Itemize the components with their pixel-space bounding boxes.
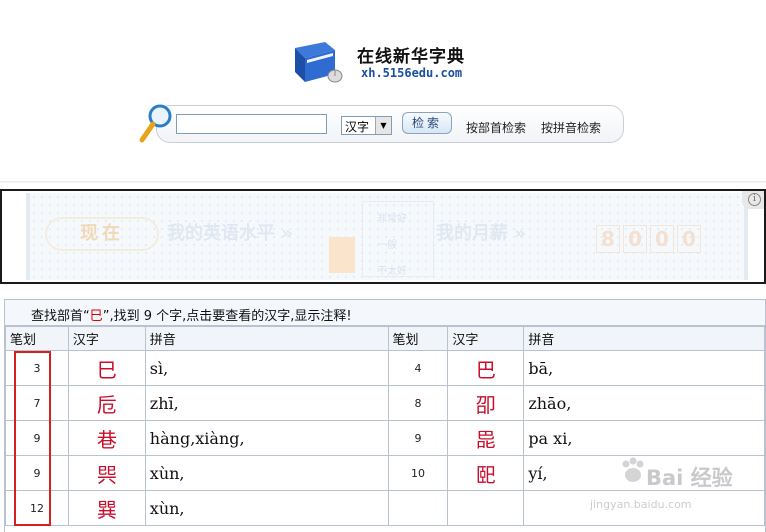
search-input[interactable] [176,114,327,134]
character-link [447,490,525,526]
column-header-character: 汉字 [447,326,525,351]
ad-option-label: 一般 [377,240,397,251]
pinyin: pa xi, [523,420,765,456]
ad-option-label: 非常好 [377,214,407,225]
ad-banner[interactable]: 现在 我的英语水平 » 非常好 一般 不太好 我的月薪 » 8 0 0 0 i [0,189,766,284]
character-link[interactable]: 巽 [67,490,146,526]
site-url: xh.5156edu.com [361,66,463,80]
header-divider [0,181,766,183]
watermark-url: jingyan.baidu.com [590,498,692,511]
baidu-jingyan-watermark: Bai 经验 jingyan.baidu.com [588,452,764,516]
search-button[interactable]: 检索 [402,112,452,134]
ad-digit: 0 [677,225,701,253]
search-by-radical-link[interactable]: 按部首检索 [466,119,526,136]
stroke-count: 9 [387,420,449,456]
character-link[interactable]: 巷 [67,420,146,456]
chevron-down-icon[interactable]: ▼ [375,117,391,134]
pinyin: zhāo, [523,385,765,421]
ad-option-box: 非常好 一般 不太好 [362,201,434,277]
ad-digit: 0 [623,225,647,253]
pinyin: xùn, [144,490,389,526]
site-title: 在线新华字典 [357,47,465,67]
table-row: 9 巷 hàng,xiàng, 9 巼 pa xi, [5,420,765,456]
character-link[interactable]: 巸 [447,455,525,491]
stroke-column-highlight [14,351,51,526]
ad-digit: 8 [596,225,620,253]
table-row: 3 巳 sì, 4 巴 bā, [5,350,765,386]
character-link[interactable]: 巺 [67,455,146,491]
ad-digit: 0 [650,225,674,253]
column-header-pinyin: 拼音 [144,326,389,351]
stroke-count: 10 [387,455,449,491]
ad-option-label: 不太好 [377,266,407,277]
paw-icon [622,457,644,482]
search-by-pinyin-link[interactable]: 按拼音检索 [541,119,601,136]
pinyin: zhī, [144,385,389,421]
stroke-count: 8 [387,385,449,421]
character-link[interactable]: 巳 [67,350,146,386]
column-header-pinyin: 拼音 [523,326,765,351]
character-link[interactable]: 巴 [447,350,525,386]
character-link[interactable]: 卲 [447,385,525,421]
search-type-select[interactable]: 汉字 ▼ [341,116,392,135]
ad-bar [329,237,355,273]
ad-english-level-text: 我的英语水平 » [167,223,293,244]
watermark-brand: Bai 经验 [646,466,733,490]
column-header-character: 汉字 [67,326,146,351]
pinyin: xùn, [144,455,389,491]
ad-badge: 现在 [45,217,159,251]
results-header: 查找部首“巳”,找到 9 个字,点击要查看的汉字,显示注释! [5,300,765,326]
pinyin: hàng,xiàng, [144,420,389,456]
site-logo[interactable]: 在线新华字典 xh.5156edu.com [291,38,491,90]
results-radical: 巳 [89,309,103,324]
stroke-count: 4 [387,350,449,386]
search-type-selected: 汉字 [345,120,370,134]
table-header-row: 笔划 汉字 拼音 笔划 汉字 拼音 [5,326,765,351]
column-header-strokes: 笔划 [387,326,449,351]
magnifier-icon [139,104,172,143]
results-message-suffix: ”,找到 9 个字,点击要查看的汉字,显示注释! [102,309,352,324]
results-message-prefix: 查找部首“ [31,309,90,324]
ad-info-button[interactable]: i [742,191,764,209]
results-message: 查找部首“巳”,找到 9 个字,点击要查看的汉字,显示注释! [31,305,352,324]
character-link[interactable]: 巼 [447,420,525,456]
info-icon: i [748,193,761,206]
column-header-strokes: 笔划 [5,326,69,351]
stroke-count [387,490,449,526]
pinyin: bā, [523,350,765,386]
dictionary-book-icon [295,42,343,83]
character-link[interactable]: 卮 [67,385,146,421]
table-row: 7 卮 zhī, 8 卲 zhāo, [5,385,765,421]
ad-salary-text: 我的月薪 » [436,223,526,244]
pinyin: sì, [144,350,389,386]
